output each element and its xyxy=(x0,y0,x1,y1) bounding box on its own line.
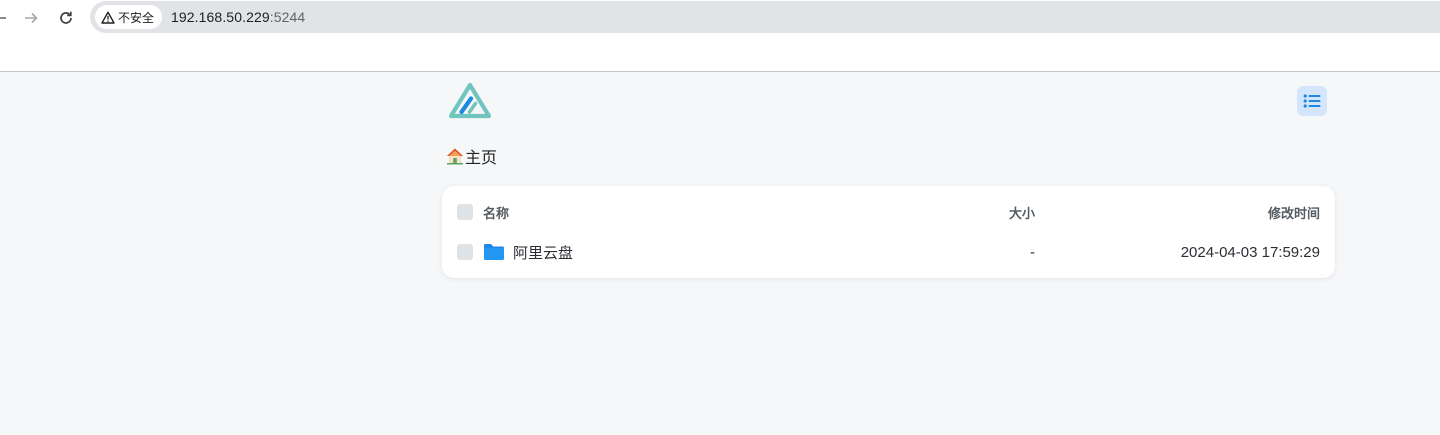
header-name: 名称 xyxy=(483,205,510,221)
header-modified: 修改时间 xyxy=(1267,205,1320,221)
header-size: 大小 xyxy=(1008,205,1035,221)
arrow-left-icon xyxy=(0,17,6,19)
file-list: 名称 大小 修改时间 阿里云盘 - 2024-04-03 17:59:29 xyxy=(442,186,1335,278)
file-list-header: 名称 大小 修改时间 xyxy=(442,192,1335,232)
header-size-cell[interactable]: 大小 xyxy=(1009,192,1035,232)
address-bar[interactable]: 不安全 192.168.50.229:5244 xyxy=(90,1,1440,33)
security-label: 不安全 xyxy=(118,10,155,25)
select-all-checkbox[interactable] xyxy=(457,204,473,220)
list-view-icon xyxy=(1303,94,1321,108)
warning-icon xyxy=(101,11,115,24)
url-text[interactable]: 192.168.50.229:5244 xyxy=(171,9,305,25)
file-size: - xyxy=(1030,243,1035,261)
file-size-cell: - xyxy=(1030,232,1035,272)
header-modified-cell[interactable]: 修改时间 xyxy=(1268,192,1320,232)
folder-icon xyxy=(484,244,504,260)
url-host: 192.168.50.229 xyxy=(171,9,270,25)
row-checkbox[interactable] xyxy=(457,244,473,260)
page-content: 主页 名称 大小 修改时间 阿里云盘 - 2024-04-03 17:59:29 xyxy=(0,72,1440,435)
file-name-cell[interactable]: 阿里云盘 xyxy=(483,232,573,272)
back-button[interactable] xyxy=(0,6,12,30)
header-name-cell[interactable]: 名称 xyxy=(483,192,509,232)
house-icon xyxy=(447,148,463,165)
url-port: :5244 xyxy=(269,9,306,25)
file-modified-cell: 2024-04-03 17:59:29 xyxy=(1181,232,1320,272)
file-name: 阿里云盘 xyxy=(513,244,574,262)
arrow-right-icon xyxy=(25,12,38,24)
breadcrumb-home[interactable]: 主页 xyxy=(446,146,498,167)
reload-icon xyxy=(60,11,72,24)
forward-button[interactable] xyxy=(19,6,43,30)
browser-toolbar: 不安全 192.168.50.229:5244 xyxy=(0,0,1440,36)
app-logo[interactable] xyxy=(449,83,491,119)
layout-toggle-button[interactable] xyxy=(1297,86,1327,116)
file-modified: 2024-04-03 17:59:29 xyxy=(1180,243,1320,261)
security-chip[interactable]: 不安全 xyxy=(95,5,163,29)
breadcrumb-home-label: 主页 xyxy=(465,150,498,167)
reload-button[interactable] xyxy=(54,6,78,30)
bookmarks-bar xyxy=(0,36,1440,72)
file-row[interactable]: 阿里云盘 - 2024-04-03 17:59:29 xyxy=(442,232,1335,272)
